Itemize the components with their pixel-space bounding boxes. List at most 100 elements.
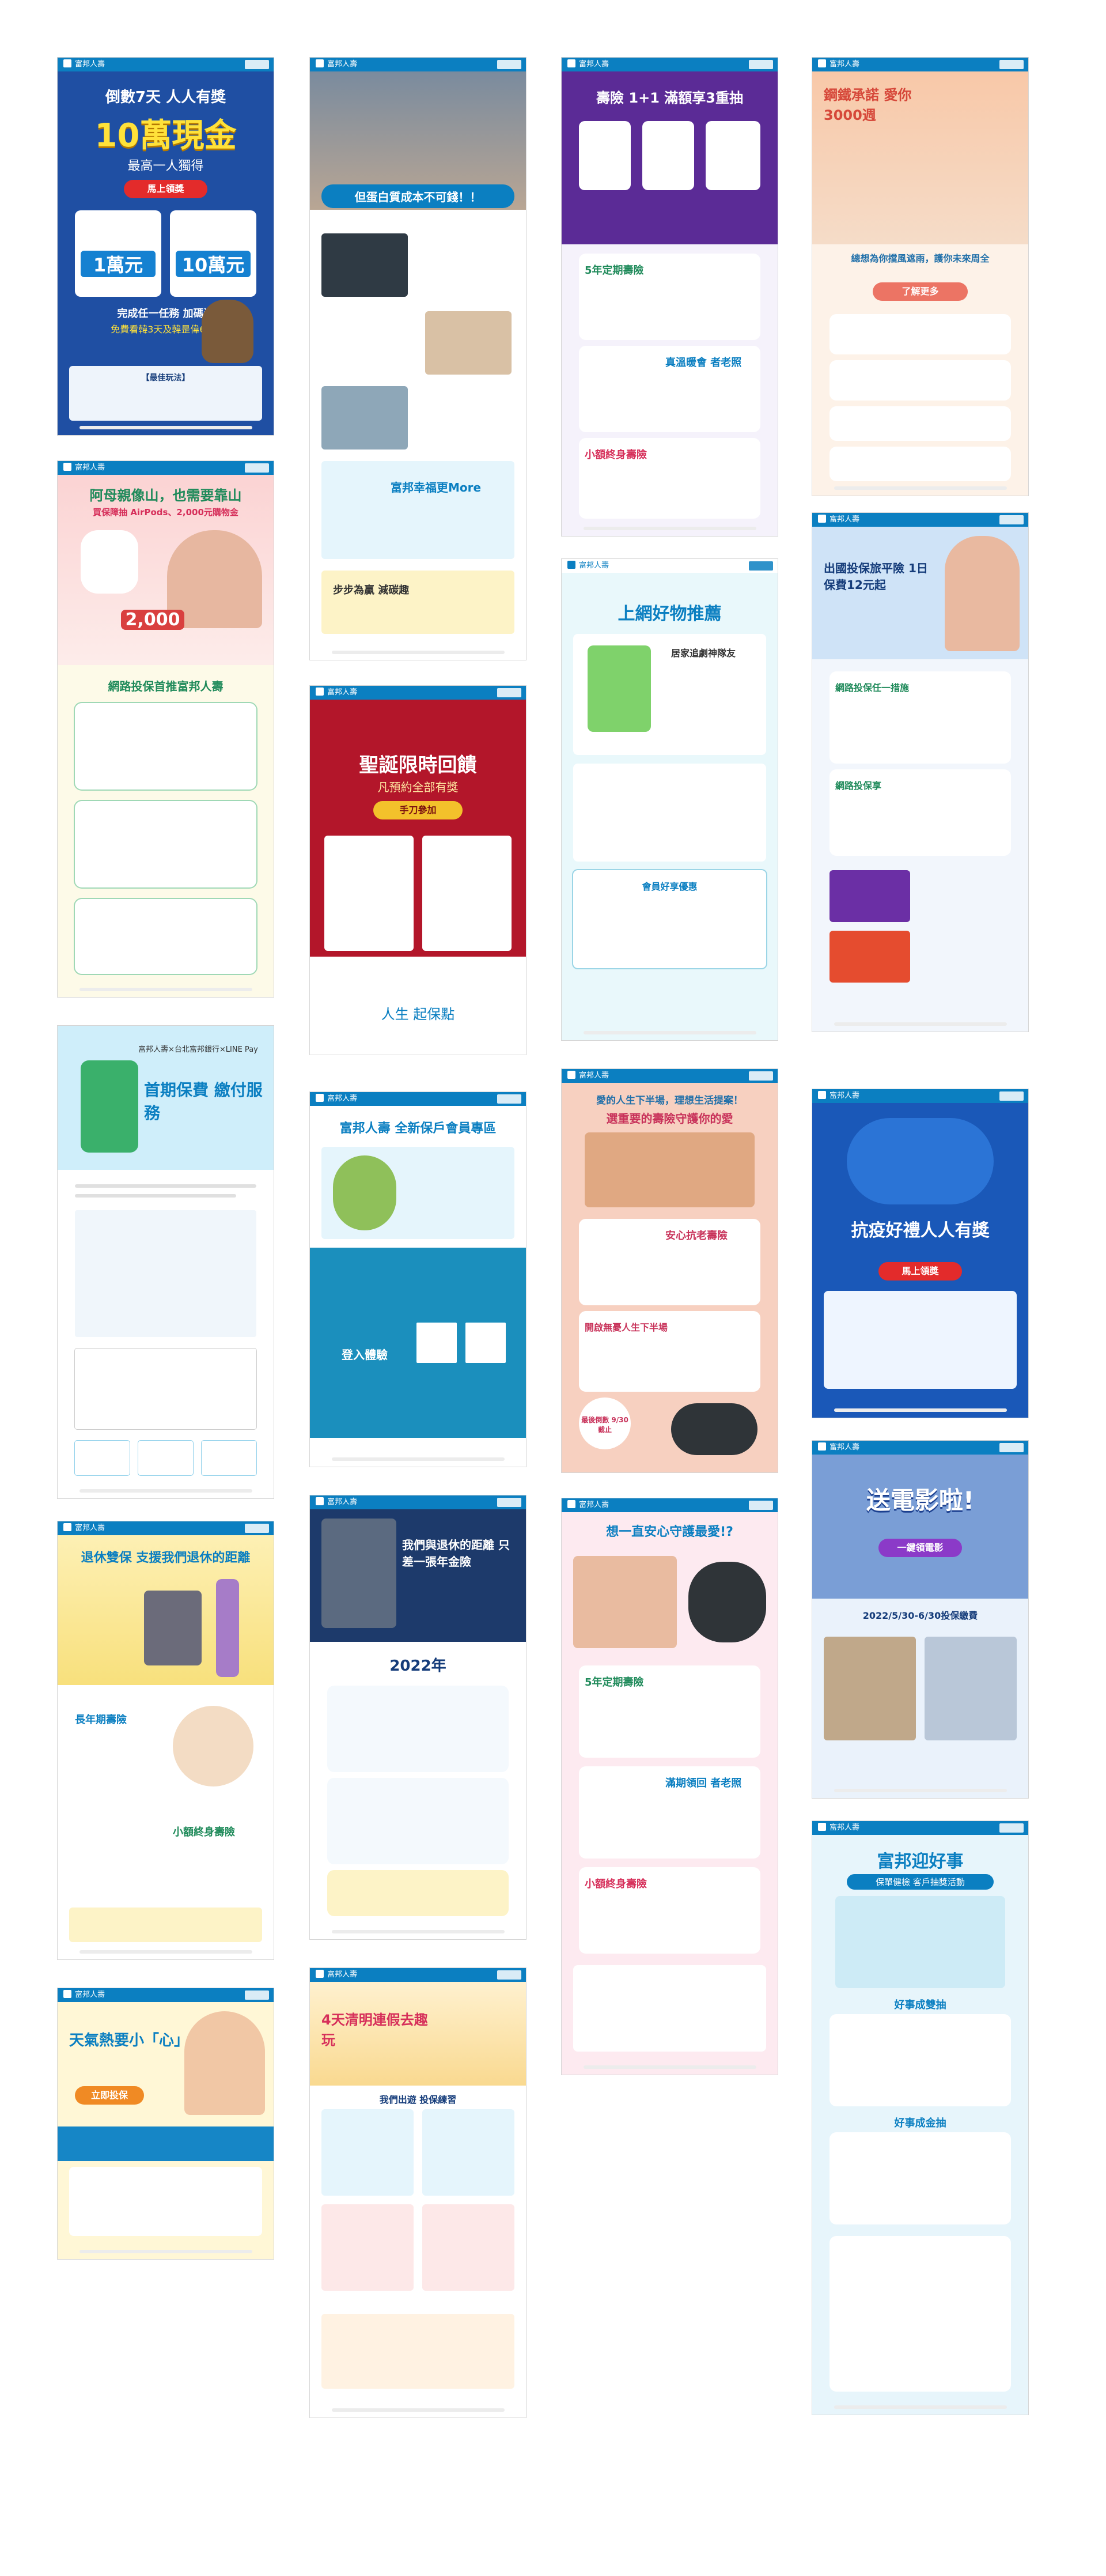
offer-panel [573, 1965, 766, 2052]
product-1-name: 安心抗老壽險 [665, 1230, 728, 1242]
countdown-text: 倒數7天 人人有獎 [105, 89, 226, 106]
claim-button[interactable]: 馬上領獎 [124, 180, 207, 198]
email-card-holiday[interactable]: 富邦人壽 4天清明連假去趣玩 我們出遊 投保練習 [310, 1968, 526, 2418]
partner-deal-2[interactable] [830, 931, 910, 983]
gift-2 [642, 121, 694, 190]
product-block-1[interactable] [327, 1686, 509, 1772]
tip-card-4[interactable] [422, 2204, 514, 2291]
movie-button[interactable]: 一鍵領電影 [878, 1539, 962, 1557]
gift-1 [579, 121, 631, 190]
feature-1 [830, 314, 1011, 354]
footer-line [834, 2405, 1007, 2409]
email-card-health[interactable]: 富邦人壽 但蛋白質成本不可錢！！ 富邦幸福更More 步步為贏 減碳趣 [310, 58, 526, 660]
footer-line [834, 1022, 1007, 1026]
join-button[interactable]: 手刀參加 [373, 801, 463, 819]
hero-subtitle: 買保障抽 AirPods、2,000元購物金 [93, 507, 238, 518]
email-card-mothers-day[interactable]: 富邦人壽 阿母親像山，也需要靠山 買保障抽 AirPods、2,000元購物金 … [58, 461, 274, 997]
email-card-good-fortune[interactable]: 富邦人壽 富邦迎好事 保單健檢 客戶抽獎活動 好事成雙抽 好事成金抽 [812, 1821, 1028, 2415]
product-3-name: 小額終身壽險 [585, 1878, 647, 1890]
product-panel-2[interactable] [573, 764, 766, 862]
brand-logo-icon [818, 1091, 826, 1099]
terms-panel [830, 2236, 1011, 2392]
email-card-anti-epidemic[interactable]: 富邦人壽 抗疫好禮人人有獎 馬上領獎 [812, 1089, 1028, 1418]
channel-box-3[interactable] [202, 1441, 256, 1475]
partner-deal-1[interactable] [830, 870, 910, 922]
channel-box-2[interactable] [138, 1441, 193, 1475]
gift-panel-2 [422, 836, 512, 951]
brand-logo-icon [316, 1094, 324, 1102]
qr-code-2[interactable] [465, 1323, 506, 1363]
product-block-2[interactable] [75, 801, 256, 887]
email-card-wifi-deals[interactable]: 富邦人壽 上網好物推薦 居家追劇神隊友 會員好享優惠 [562, 559, 778, 1040]
reward-a: 1萬元 [81, 251, 156, 277]
lottery-table-2 [830, 2132, 1011, 2224]
product-block-3[interactable] [75, 899, 256, 974]
email-card-christmas[interactable]: 富邦人壽 聖誕限時回饋 凡預約全部有獎 手刀參加 人生 起保點 [310, 686, 526, 1055]
product-block-2[interactable] [327, 1778, 509, 1864]
email-card-protect-love[interactable]: 富邦人壽 想一直安心守護最愛!? 5年定期壽險 滿期領回 者老照 小額終身壽險 [562, 1498, 778, 2075]
email-card-travel[interactable]: 富邦人壽 出國投保旅平險 1日保費12元起 網路投保任一措施 網路投保享 [812, 513, 1028, 1032]
learn-more-button[interactable]: 了解更多 [873, 282, 968, 301]
hero-title: 我們與退休的距離 只差一張年金險 [402, 1538, 510, 1569]
tip-card-2[interactable] [422, 2109, 514, 2196]
hero-subtitle: 選重要的壽險守護你的愛 [606, 1112, 733, 1125]
brand-tag [999, 1091, 1024, 1101]
login-button[interactable]: 登入體驗 [327, 1346, 402, 1362]
hero-illustration [847, 1118, 994, 1204]
brand-bar: 富邦人壽 [310, 58, 526, 71]
channel-box-1[interactable] [75, 1441, 130, 1475]
movie-tile-1[interactable] [824, 1637, 916, 1740]
section-title: 我們出遊 投保練習 [379, 2094, 457, 2105]
reward-panel [824, 1291, 1017, 1389]
cash-subtitle: 最高一人獨得 [127, 159, 204, 173]
brand-tag [497, 1498, 521, 1507]
brand-tag [245, 1990, 269, 2000]
app-banner[interactable] [321, 461, 514, 559]
footer-line [583, 1031, 756, 1034]
movie-tile-2[interactable] [925, 1637, 1017, 1740]
lottery-table-1 [830, 2014, 1011, 2106]
footer-line [331, 1930, 505, 1933]
carbon-banner[interactable] [321, 571, 514, 634]
brand-logo-icon [567, 561, 575, 569]
email-card-3000-weeks[interactable]: 富邦人壽 鋼鐵承諾 愛你3000週 總想為你擋風遮雨，護你未來周全 了解更多 [812, 58, 1028, 496]
brand-tag [245, 463, 269, 473]
claim-button[interactable]: 馬上領獎 [878, 1262, 962, 1281]
qr-code-1[interactable] [416, 1323, 457, 1363]
email-card-movie[interactable]: 富邦人壽 送電影啦! 一鍵領電影 2022/5/30-6/30投保繳費 [812, 1441, 1028, 1798]
brand-bar: 富邦人壽 [58, 58, 274, 71]
product-1-name: 5年定期壽險 [585, 1676, 644, 1689]
brand-tag [497, 1094, 521, 1104]
email-card-cash-prize[interactable]: 富邦人壽 倒數7天 人人有獎 10萬現金 最高一人獨得 馬上領獎 1萬元 10萬… [58, 58, 274, 435]
email-card-member-zone[interactable]: 富邦人壽 富邦人壽 全新保戶會員專區 登入體驗 [310, 1092, 526, 1467]
traveler-photo [945, 536, 1020, 651]
brand-bar: 富邦人壽 [562, 1069, 778, 1083]
airpods-image [81, 530, 138, 594]
brand-logo-icon [567, 1500, 575, 1508]
offer-panel [69, 2167, 262, 2236]
hero-title: 鋼鐵承諾 愛你3000週 [824, 87, 912, 123]
article-2-photo [425, 311, 512, 375]
brand-bar: 富邦人壽 [812, 513, 1028, 527]
hero-title: 首期保費 繳付服務 [144, 1081, 263, 1123]
email-card-linepay[interactable]: 富邦人壽×台北富邦銀行×LINE Pay 首期保費 繳付服務 [58, 1026, 274, 1498]
product-block-1[interactable] [75, 703, 256, 790]
brand-bar: 富邦人壽 [310, 686, 526, 700]
email-card-retirement[interactable]: 富邦人壽 退休雙保 支援我們退休的距離 長年期壽險 小額終身壽險 [58, 1521, 274, 1959]
email-card-second-half-life[interactable]: 富邦人壽 愛的人生下半場，理想生活提案！ 選重要的壽險守護你的愛 安心抗老壽險 … [562, 1069, 778, 1472]
email-card-life-lottery[interactable]: 富邦人壽 壽險 1+1 滿額享3重抽 5年定期壽險 真溫暖會 者老照 小額終身壽… [562, 58, 778, 536]
product-3-name: 小額終身壽險 [585, 449, 647, 461]
tip-card-3[interactable] [321, 2204, 414, 2291]
footer-line [79, 2250, 252, 2253]
email-card-annuity[interactable]: 富邦人壽 我們與退休的距離 只差一張年金險 2022年 [310, 1495, 526, 1939]
brand-bar: 富邦人壽 [812, 58, 1028, 71]
hero-subtitle: 凡預約全部有獎 [377, 780, 459, 794]
brand-logo-icon [63, 463, 71, 471]
gift-panel-1 [324, 836, 414, 951]
email-card-summer-heart[interactable]: 富邦人壽 天氣熱要小「心」 立即投保 [58, 1988, 274, 2259]
section-2-title: 好事成金抽 [894, 2117, 946, 2129]
brand-bar: 富邦人壽 [58, 1521, 274, 1535]
feature-3 [830, 406, 1011, 441]
tip-card-1[interactable] [321, 2109, 414, 2196]
cta-button[interactable]: 立即投保 [75, 2086, 144, 2105]
